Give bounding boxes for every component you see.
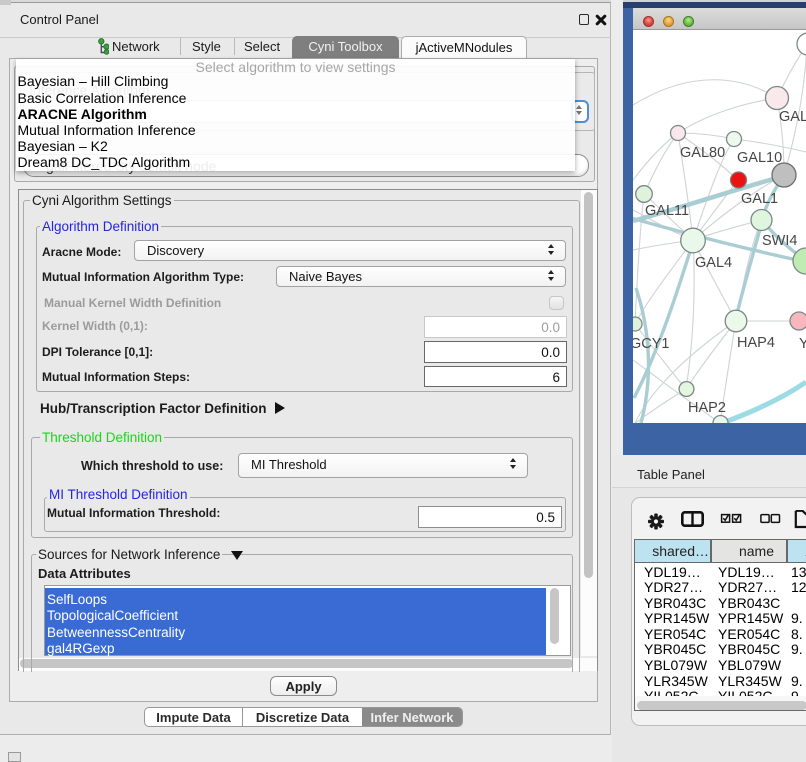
svg-text:GAL2: GAL2 xyxy=(779,109,806,125)
svg-text:GAL11: GAL11 xyxy=(645,203,689,219)
svg-text:HAP4: HAP4 xyxy=(737,335,775,351)
svg-text:GAL10: GAL10 xyxy=(737,150,782,166)
svg-text:GAL1: GAL1 xyxy=(741,191,778,207)
svg-text:YJ: YJ xyxy=(799,336,806,352)
svg-text:GCY1: GCY1 xyxy=(633,336,670,352)
svg-text:SWI4: SWI4 xyxy=(762,233,797,249)
svg-text:HAP2: HAP2 xyxy=(688,400,726,416)
svg-text:GAL80: GAL80 xyxy=(680,145,725,161)
svg-text:GAL4: GAL4 xyxy=(695,255,732,271)
